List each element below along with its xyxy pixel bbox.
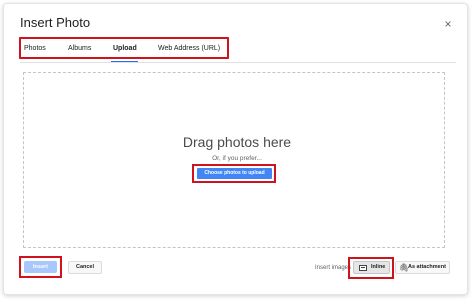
insert-button[interactable]: Insert	[24, 261, 57, 273]
choose-photos-button[interactable]: Choose photos to upload	[197, 168, 272, 179]
prefer-text: Or, if you prefer...	[212, 155, 262, 162]
inline-button[interactable]: Inline	[353, 261, 390, 274]
as-attachment-label: As attachment	[408, 264, 446, 270]
tabs-divider	[20, 62, 456, 63]
image-inline-icon	[359, 265, 367, 271]
close-icon[interactable]: ×	[442, 18, 454, 30]
as-attachment-button[interactable]: 🖇 As attachment	[395, 261, 450, 274]
cancel-button[interactable]: Cancel	[68, 261, 102, 274]
insert-images-label: Insert images	[315, 265, 352, 271]
inline-button-label: Inline	[371, 264, 386, 270]
drag-photos-text: Drag photos here	[182, 134, 292, 150]
tab-upload[interactable]: Upload	[113, 45, 137, 52]
tab-web-address[interactable]: Web Address (URL)	[158, 45, 220, 52]
tab-albums[interactable]: Albums	[68, 45, 91, 52]
dialog-title: Insert Photo	[20, 15, 91, 30]
tab-photos[interactable]: Photos	[24, 45, 46, 52]
